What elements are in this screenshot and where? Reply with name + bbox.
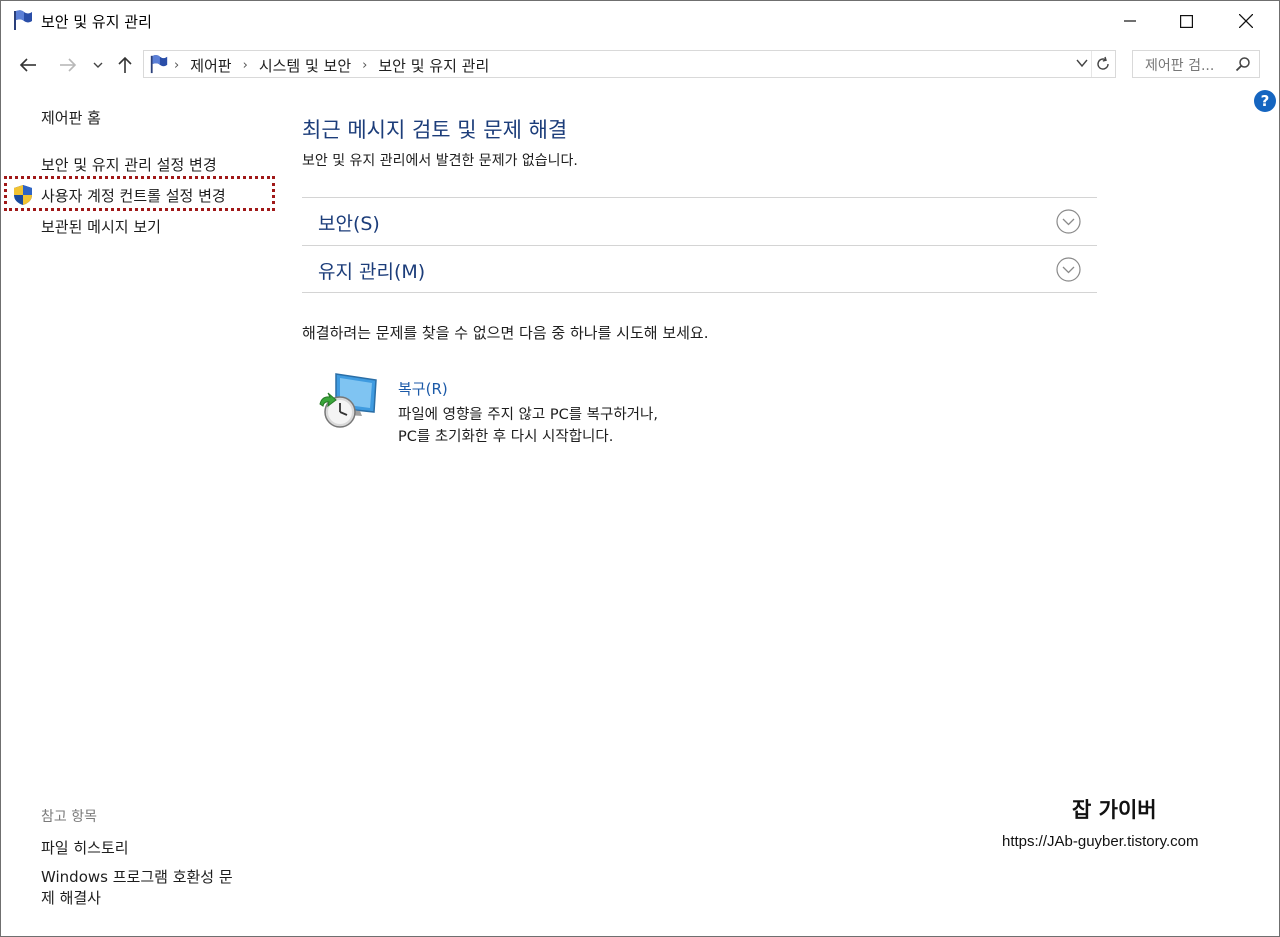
close-button[interactable]: [1216, 0, 1276, 42]
highlight-box: [4, 176, 275, 211]
chevron-down-circle-icon[interactable]: [1056, 209, 1081, 234]
section-label: 보안(S): [318, 213, 380, 235]
chevron-down-circle-icon[interactable]: [1056, 257, 1081, 282]
search-placeholder: 제어판 검...: [1145, 58, 1215, 74]
recent-dropdown-icon: [93, 62, 103, 68]
archived-messages-link[interactable]: 보관된 메시지 보기: [41, 216, 161, 237]
section-label: 유지 관리(M): [318, 261, 426, 283]
title-bar: 보안 및 유지 관리: [0, 0, 1280, 42]
minimize-icon: [1124, 20, 1136, 22]
address-divider: [1091, 51, 1092, 77]
window-title: 보안 및 유지 관리: [41, 13, 152, 31]
breadcrumb-separator[interactable]: ›: [243, 58, 248, 73]
section-divider: [302, 292, 1097, 293]
watermark-title: 잡 가이버: [1072, 798, 1157, 822]
breadcrumb-item[interactable]: 보안 및 유지 관리: [378, 55, 489, 76]
flag-icon: [14, 10, 32, 30]
up-icon: [118, 56, 132, 73]
help-icon[interactable]: ?: [1254, 90, 1276, 112]
section-security[interactable]: 보안(S): [302, 197, 1097, 244]
close-icon: [1239, 14, 1253, 28]
search-input[interactable]: 제어판 검...: [1132, 50, 1260, 78]
forward-icon: [60, 58, 77, 72]
recent-locations-button[interactable]: [90, 52, 106, 78]
breadcrumb-item[interactable]: 시스템 및 보안: [259, 55, 351, 76]
breadcrumb-separator[interactable]: ›: [362, 58, 367, 73]
back-icon: [19, 58, 36, 72]
up-button[interactable]: [114, 52, 136, 78]
file-history-link[interactable]: 파일 히스토리: [41, 837, 129, 858]
dropdown-icon[interactable]: [1076, 57, 1088, 69]
page-title: 최근 메시지 검토 및 문제 해결: [302, 118, 568, 142]
try-instructions: 해결하려는 문제를 찾을 수 없으면 다음 중 하나를 시도해 보세요.: [302, 324, 709, 342]
watermark-url: https://JAb-guyber.tistory.com: [1002, 833, 1199, 850]
address-bar[interactable]: › 제어판 › 시스템 및 보안 › 보안 및 유지 관리: [143, 50, 1116, 78]
control-panel-home-link[interactable]: 제어판 홈: [41, 107, 101, 128]
change-settings-link[interactable]: 보안 및 유지 관리 설정 변경: [41, 154, 217, 175]
back-button[interactable]: [16, 52, 40, 78]
maximize-icon: [1179, 14, 1193, 28]
search-icon[interactable]: [1235, 56, 1251, 72]
see-also-heading: 참고 항목: [41, 809, 97, 825]
minimize-button[interactable]: [1100, 0, 1160, 42]
breadcrumb-separator[interactable]: ›: [174, 58, 179, 73]
refresh-icon[interactable]: [1095, 56, 1111, 72]
section-maintenance[interactable]: 유지 관리(M): [302, 245, 1097, 292]
recovery-description: 파일에 영향을 주지 않고 PC를 복구하거나, PC를 초기화한 후 다시 시…: [398, 407, 658, 445]
maximize-button[interactable]: [1156, 0, 1216, 42]
flag-icon: [150, 55, 168, 74]
breadcrumb: › 제어판 › 시스템 및 보안 › 보안 및 유지 관리: [174, 55, 489, 76]
recovery-icon[interactable]: [316, 370, 380, 432]
compat-troubleshooter-link[interactable]: Windows 프로그램 호환성 문제 해결사: [41, 867, 241, 909]
page-subtitle: 보안 및 유지 관리에서 발견한 문제가 없습니다.: [302, 153, 578, 169]
recovery-link[interactable]: 복구(R): [398, 378, 448, 399]
breadcrumb-item[interactable]: 제어판: [190, 55, 231, 76]
forward-button[interactable]: [56, 52, 80, 78]
